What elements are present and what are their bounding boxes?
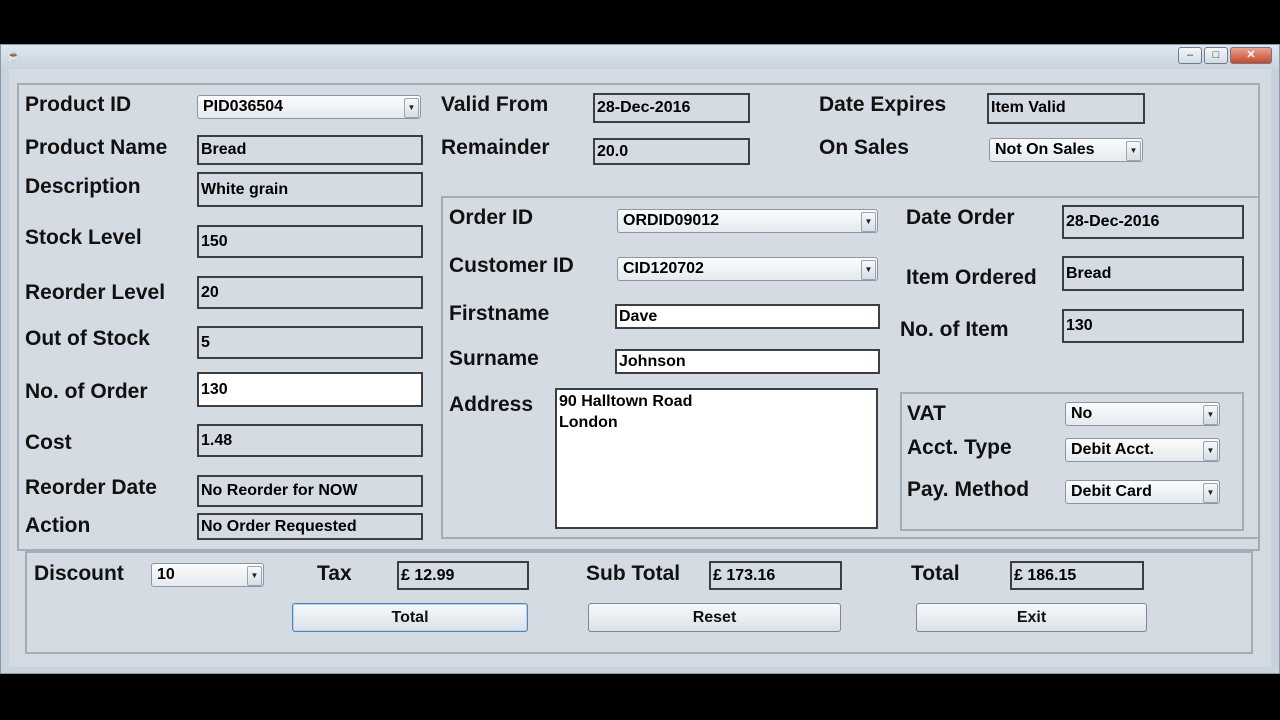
no-of-item-field[interactable]: 130 <box>1062 309 1244 343</box>
discount-value: 10 <box>157 566 175 583</box>
pay-method-label: Pay. Method <box>907 478 1030 501</box>
title-bar[interactable]: ☕ – □ ✕ <box>1 45 1279 69</box>
discount-label: Discount <box>34 562 124 585</box>
acct-type-label: Acct. Type <box>907 436 1012 459</box>
firstname-label: Firstname <box>449 302 550 325</box>
subtotal-field[interactable]: £ 173.16 <box>709 561 842 590</box>
action-label: Action <box>25 514 91 537</box>
customer-id-label: Customer ID <box>449 254 574 277</box>
minimize-button[interactable]: – <box>1178 47 1202 64</box>
total-label: Total <box>911 562 960 585</box>
exit-button[interactable]: Exit <box>916 603 1147 632</box>
address-textarea[interactable]: 90 Halltown Road London <box>555 388 878 529</box>
surname-label: Surname <box>449 347 539 370</box>
product-name-field[interactable]: Bread <box>197 135 423 165</box>
java-app-icon: ☕ <box>7 51 21 63</box>
address-line-1: 90 Halltown Road <box>559 393 693 410</box>
product-id-label: Product ID <box>25 93 132 116</box>
valid-from-field[interactable]: 28-Dec-2016 <box>593 93 750 123</box>
chevron-down-icon[interactable]: ▼ <box>861 260 876 280</box>
chevron-down-icon[interactable]: ▼ <box>861 212 876 232</box>
no-of-item-label: No. of Item <box>900 318 1009 341</box>
order-id-combo[interactable]: ORDID09012 ▼ <box>617 209 878 233</box>
order-id-label: Order ID <box>449 206 534 229</box>
close-button[interactable]: ✕ <box>1230 47 1272 64</box>
acct-type-value: Debit Acct. <box>1071 441 1154 458</box>
tax-label: Tax <box>317 562 352 585</box>
no-of-order-label: No. of Order <box>25 380 148 403</box>
date-expires-label: Date Expires <box>819 93 947 116</box>
chevron-down-icon[interactable]: ▼ <box>404 98 419 118</box>
cost-label: Cost <box>25 431 72 454</box>
reorder-date-field[interactable]: No Reorder for NOW <box>197 475 423 507</box>
address-line-2: London <box>559 414 618 431</box>
vat-label: VAT <box>907 402 946 425</box>
reorder-level-field[interactable]: 20 <box>197 276 423 309</box>
surname-field[interactable]: Johnson <box>615 349 880 374</box>
out-of-stock-field[interactable]: 5 <box>197 326 423 359</box>
date-order-field[interactable]: 28-Dec-2016 <box>1062 205 1244 239</box>
vat-combo[interactable]: No ▼ <box>1065 402 1220 426</box>
date-order-label: Date Order <box>906 206 1015 229</box>
window-edge <box>1272 69 1279 667</box>
remainder-field[interactable]: 20.0 <box>593 138 750 165</box>
chevron-down-icon[interactable]: ▼ <box>247 566 262 586</box>
customer-id-value: CID120702 <box>623 260 704 277</box>
stock-level-field[interactable]: 150 <box>197 225 423 258</box>
on-sales-combo[interactable]: Not On Sales ▼ <box>989 138 1143 162</box>
tax-field[interactable]: £ 12.99 <box>397 561 529 590</box>
order-id-value: ORDID09012 <box>623 212 720 229</box>
chevron-down-icon[interactable]: ▼ <box>1203 483 1218 503</box>
pay-method-combo[interactable]: Debit Card ▼ <box>1065 480 1220 504</box>
maximize-button[interactable]: □ <box>1204 47 1228 64</box>
product-name-label: Product Name <box>25 136 168 159</box>
product-id-combo[interactable]: PID036504 ▼ <box>197 95 421 119</box>
reset-button[interactable]: Reset <box>588 603 841 632</box>
on-sales-label: On Sales <box>819 136 909 159</box>
stock-level-label: Stock Level <box>25 226 142 249</box>
client-area: Product ID PID036504 ▼ Product Name Brea… <box>9 69 1271 667</box>
chevron-down-icon[interactable]: ▼ <box>1126 141 1141 161</box>
remainder-label: Remainder <box>441 136 550 159</box>
app-window: ☕ – □ ✕ Product ID PID036504 ▼ Product N… <box>0 44 1280 674</box>
discount-combo[interactable]: 10 ▼ <box>151 563 264 587</box>
address-label: Address <box>449 393 534 416</box>
item-ordered-label: Item Ordered <box>906 266 1037 289</box>
pay-method-value: Debit Card <box>1071 483 1152 500</box>
chevron-down-icon[interactable]: ▼ <box>1203 405 1218 425</box>
description-label: Description <box>25 175 141 198</box>
reorder-date-label: Reorder Date <box>25 476 157 499</box>
item-ordered-field[interactable]: Bread <box>1062 256 1244 291</box>
out-of-stock-label: Out of Stock <box>25 327 150 350</box>
total-field[interactable]: £ 186.15 <box>1010 561 1144 590</box>
description-field[interactable]: White grain <box>197 172 423 207</box>
firstname-field[interactable]: Dave <box>615 304 880 329</box>
vat-value: No <box>1071 405 1093 422</box>
no-of-order-field[interactable]: 130 <box>197 372 423 407</box>
action-field[interactable]: No Order Requested <box>197 513 423 540</box>
on-sales-value: Not On Sales <box>995 141 1095 158</box>
acct-type-combo[interactable]: Debit Acct. ▼ <box>1065 438 1220 462</box>
date-expires-field[interactable]: Item Valid <box>987 93 1145 124</box>
cost-field[interactable]: 1.48 <box>197 424 423 457</box>
chevron-down-icon[interactable]: ▼ <box>1203 441 1218 461</box>
subtotal-label: Sub Total <box>586 562 681 585</box>
valid-from-label: Valid From <box>441 93 549 116</box>
reorder-level-label: Reorder Level <box>25 281 166 304</box>
product-id-value: PID036504 <box>203 98 284 115</box>
customer-id-combo[interactable]: CID120702 ▼ <box>617 257 878 281</box>
total-button[interactable]: Total <box>292 603 528 632</box>
